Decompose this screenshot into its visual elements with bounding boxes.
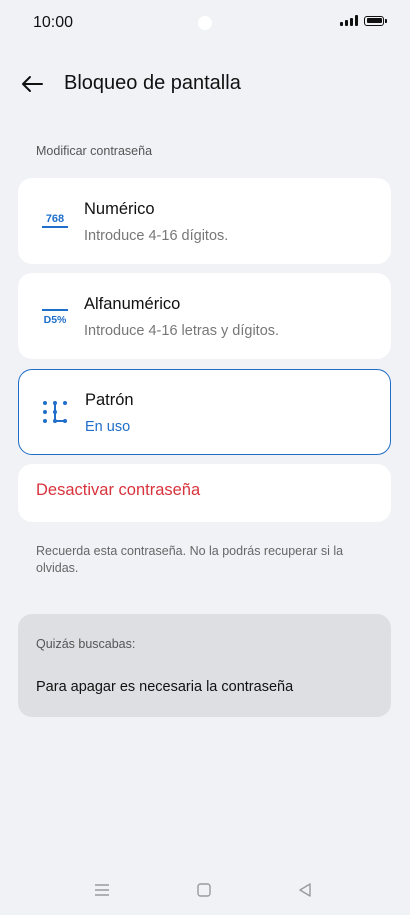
suggestion-link[interactable]: Para apagar es necesaria la contraseña bbox=[36, 679, 293, 695]
suggestions-label: Quizás buscabas: bbox=[36, 637, 136, 651]
alphanumeric-d5-icon: D5% bbox=[40, 301, 70, 331]
svg-text:D5%: D5% bbox=[44, 314, 67, 326]
option-title: Patrón bbox=[85, 391, 134, 409]
option-subtitle: Introduce 4-16 letras y dígitos. bbox=[84, 323, 280, 339]
status-time: 10:00 bbox=[33, 14, 74, 31]
back-button[interactable] bbox=[16, 70, 48, 98]
menu-icon bbox=[95, 884, 109, 896]
home-button[interactable] bbox=[189, 878, 219, 902]
svg-text:768: 768 bbox=[46, 213, 64, 225]
navigation-bar bbox=[0, 870, 410, 910]
disable-password-label: Desactivar contraseña bbox=[36, 481, 201, 499]
home-icon bbox=[197, 883, 211, 897]
option-numeric[interactable]: 768 Numérico Introduce 4-16 dígitos. bbox=[18, 178, 391, 264]
back-nav-button[interactable] bbox=[290, 878, 320, 902]
disable-password-button[interactable]: Desactivar contraseña bbox=[18, 464, 391, 522]
page-title: Bloqueo de pantalla bbox=[64, 72, 241, 94]
back-arrow-icon bbox=[22, 76, 43, 92]
option-title: Alfanumérico bbox=[84, 295, 181, 313]
front-camera bbox=[198, 16, 212, 30]
back-triangle-icon bbox=[299, 883, 311, 897]
option-subtitle: Introduce 4-16 dígitos. bbox=[84, 228, 229, 244]
pattern-dots-icon bbox=[40, 397, 70, 427]
option-alphanumeric[interactable]: D5% Alfanumérico Introduce 4-16 letras y… bbox=[18, 273, 391, 359]
option-title: Numérico bbox=[84, 200, 155, 218]
password-note: Recuerda esta contraseña. No la podrás r… bbox=[36, 544, 344, 575]
option-pattern[interactable]: Patrón En uso bbox=[18, 369, 391, 455]
header: Bloqueo de pantalla bbox=[0, 60, 410, 108]
menu-button[interactable] bbox=[87, 878, 117, 902]
suggestions-card: Quizás buscabas: Para apagar es necesari… bbox=[18, 614, 391, 717]
signal-icon bbox=[340, 15, 358, 26]
numeric-768-icon: 768 bbox=[40, 206, 70, 236]
status-icons bbox=[340, 15, 387, 26]
section-label: Modificar contraseña bbox=[36, 144, 153, 158]
battery-icon bbox=[364, 15, 387, 26]
option-status: En uso bbox=[85, 419, 131, 435]
status-bar: 10:00 bbox=[0, 0, 410, 46]
